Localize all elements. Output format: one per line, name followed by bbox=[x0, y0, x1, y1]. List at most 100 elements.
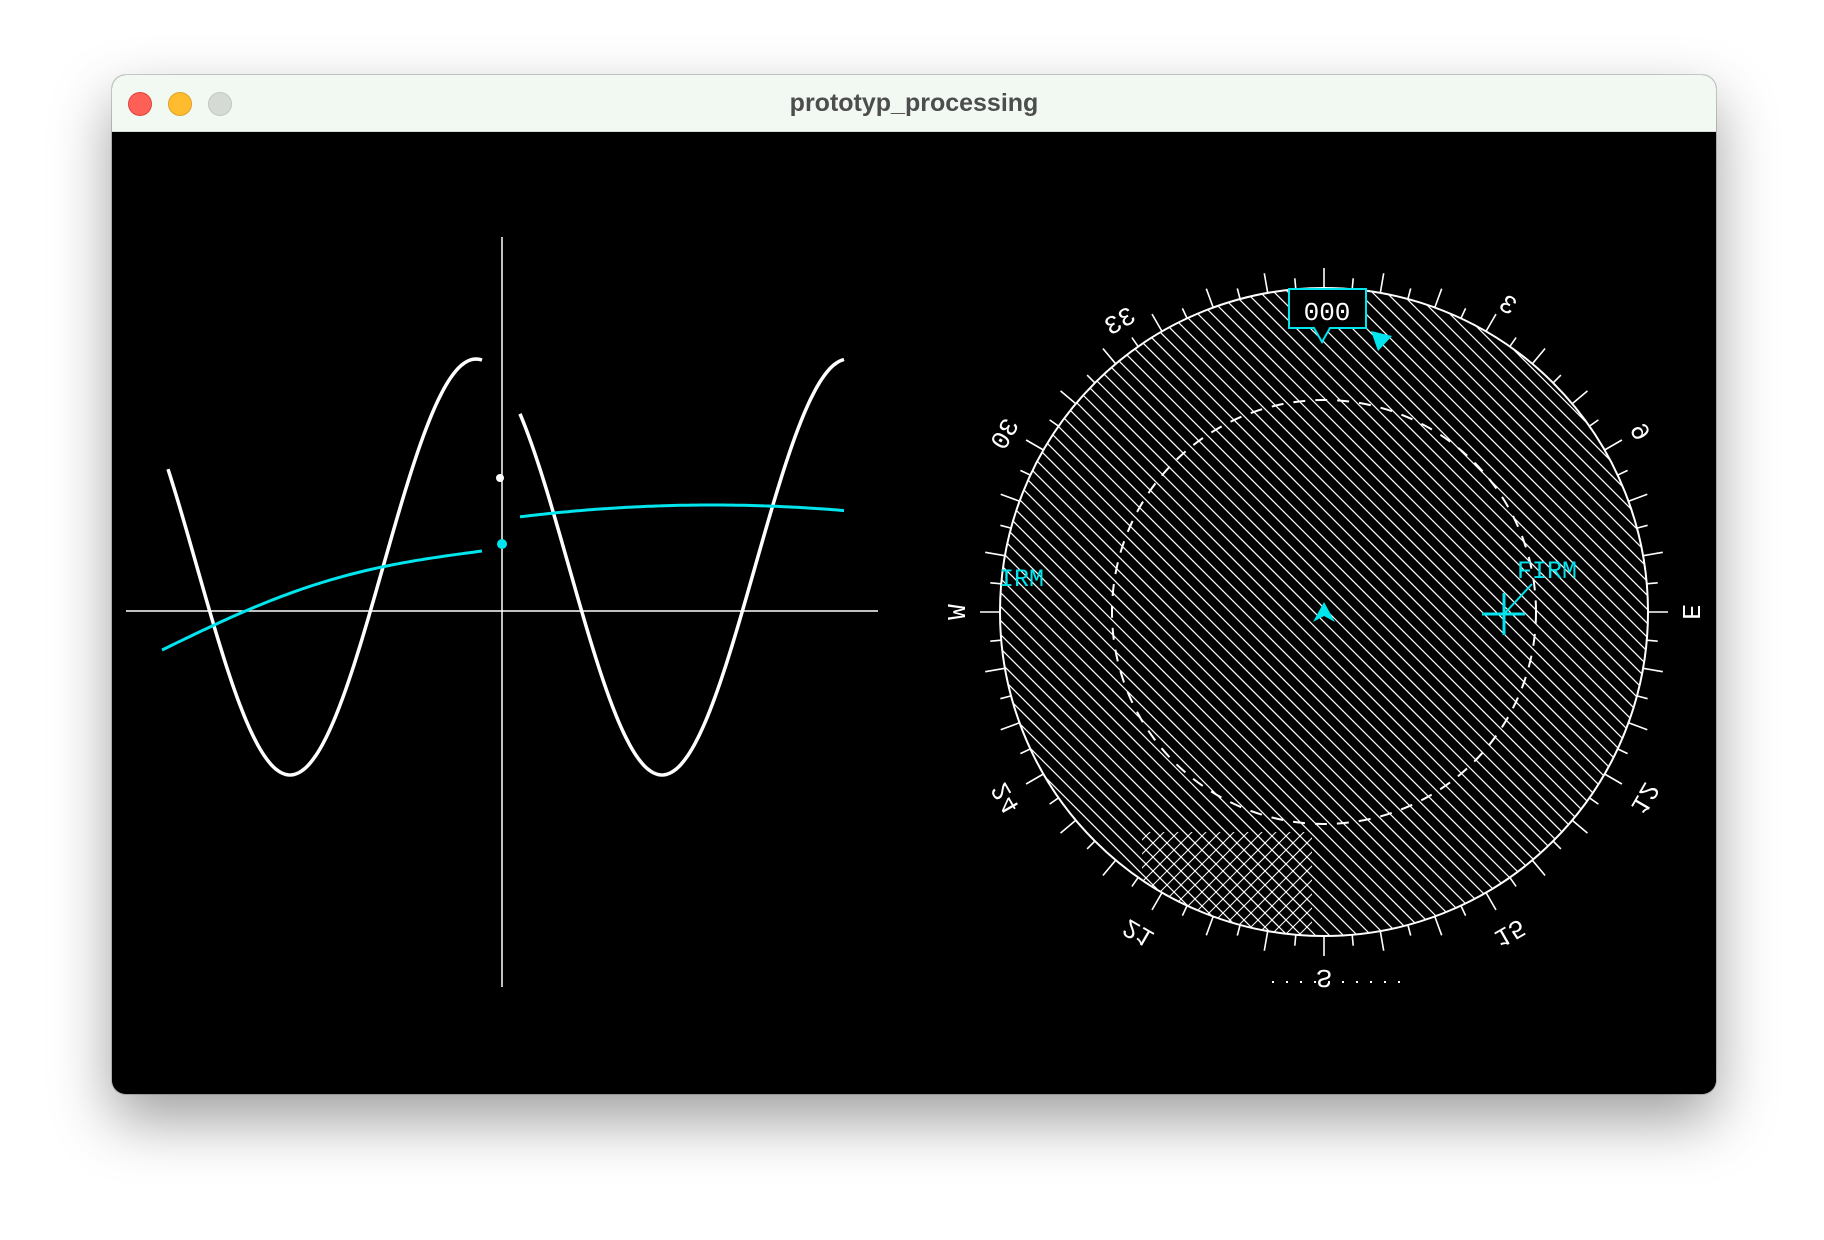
compass-tick bbox=[1588, 797, 1599, 805]
aircraft-icon bbox=[1313, 602, 1335, 622]
hatch-line bbox=[1207, 288, 1648, 936]
compass-tick bbox=[1236, 288, 1241, 300]
hatch-line bbox=[1417, 288, 1648, 936]
compass-tick bbox=[1407, 924, 1412, 936]
compass-tick bbox=[1020, 748, 1031, 755]
compass-tick bbox=[1025, 773, 1044, 785]
compass-tick bbox=[1604, 773, 1623, 785]
compass-label-6: 6 bbox=[1622, 418, 1656, 447]
crosshatch-line bbox=[1404, 212, 1716, 1012]
nav-label-left: IRM bbox=[999, 565, 1044, 594]
hatch-line bbox=[1431, 288, 1648, 936]
compass-tick bbox=[1552, 840, 1562, 850]
compass-tick bbox=[1636, 524, 1648, 529]
compass-label-30: 30 bbox=[985, 413, 1027, 455]
compass-tick bbox=[1020, 469, 1031, 476]
compass-tick bbox=[1151, 892, 1163, 911]
compass-tick bbox=[990, 639, 1002, 642]
crosshatch-line bbox=[1151, 832, 1312, 936]
sketch-drawing: 33 30 W 24 21 S 15 12 E 6 3 000 IRM FIRM bbox=[126, 212, 1716, 1012]
compass-tick bbox=[985, 551, 1006, 557]
compass-tick bbox=[1588, 419, 1599, 427]
compass-tick bbox=[1059, 390, 1077, 405]
compass-tick bbox=[1181, 905, 1188, 916]
compass-tick bbox=[1102, 347, 1117, 365]
hatch-line bbox=[1095, 288, 1648, 936]
hatch-line bbox=[1000, 288, 1099, 936]
compass-label-33: 33 bbox=[1099, 301, 1141, 343]
compass-tick bbox=[1263, 930, 1269, 951]
compass-tick bbox=[1025, 439, 1044, 451]
compass-tick bbox=[1460, 308, 1467, 319]
compass-tick bbox=[1407, 288, 1412, 300]
heading-readout-text: 000 bbox=[1304, 298, 1351, 328]
status-dot bbox=[1286, 981, 1288, 983]
status-dot bbox=[1328, 981, 1330, 983]
status-dot bbox=[1272, 981, 1274, 983]
compass-tick bbox=[1059, 819, 1077, 834]
compass-tick bbox=[1604, 439, 1623, 451]
compass-tick bbox=[1636, 695, 1648, 700]
compass-tick bbox=[1460, 905, 1467, 916]
hatch-line bbox=[1053, 288, 1648, 936]
compass-tick bbox=[1205, 916, 1214, 936]
compass-tick bbox=[1294, 278, 1297, 290]
hatch-line bbox=[1137, 288, 1648, 936]
compass-tick bbox=[1000, 722, 1020, 731]
compass-tick bbox=[1000, 695, 1012, 700]
crosshatch-line bbox=[1142, 832, 1312, 936]
compass-tick bbox=[1379, 273, 1385, 294]
compass-tick bbox=[1434, 916, 1443, 936]
crosshatch-line bbox=[1418, 212, 1716, 1012]
cyan-trend-curve-left bbox=[161, 549, 483, 652]
crosshatch-line bbox=[1142, 832, 1312, 936]
compass-tick bbox=[1509, 876, 1517, 887]
compass-tick bbox=[1151, 313, 1163, 332]
crosshatch-line bbox=[1142, 832, 1312, 936]
compass-tick bbox=[1086, 374, 1096, 384]
compass-tick bbox=[1628, 722, 1648, 731]
status-dot bbox=[1342, 981, 1344, 983]
compass-tick bbox=[985, 667, 1006, 673]
crosshatch-line bbox=[1142, 832, 1312, 936]
hatch-line bbox=[1221, 288, 1648, 936]
compass-label-15: 15 bbox=[1488, 911, 1530, 953]
crosshatch-line bbox=[1221, 832, 1312, 936]
compass-label-3: 3 bbox=[1493, 289, 1522, 323]
compass-tick bbox=[1351, 934, 1354, 946]
hatch-line bbox=[1000, 288, 1648, 936]
compass-tick bbox=[1531, 347, 1546, 365]
compass-tick bbox=[1294, 934, 1297, 946]
compass-tick bbox=[1000, 493, 1020, 502]
compass-tick bbox=[1485, 892, 1497, 911]
status-dot bbox=[1370, 981, 1372, 983]
hatch-line bbox=[1165, 288, 1648, 936]
crosshatch-line bbox=[1165, 832, 1312, 936]
compass-tick bbox=[1509, 337, 1517, 348]
hatch-line bbox=[1000, 288, 1648, 936]
status-dots bbox=[1272, 981, 1400, 983]
compass-tick bbox=[1571, 390, 1589, 405]
compass-tick bbox=[1049, 419, 1060, 427]
hatch-line bbox=[1123, 288, 1648, 936]
white-sine-wave bbox=[166, 357, 845, 777]
compass-tick bbox=[1552, 374, 1562, 384]
status-dot bbox=[1300, 981, 1302, 983]
status-dot bbox=[1356, 981, 1358, 983]
compass-tick bbox=[1646, 582, 1658, 585]
compass-tick bbox=[1205, 288, 1214, 308]
hatch-line bbox=[1000, 288, 1648, 936]
compass-label-s: S bbox=[1316, 962, 1332, 992]
crosshatch-line bbox=[1142, 832, 1312, 936]
compass-tick bbox=[1646, 639, 1658, 642]
compass-tick bbox=[1434, 288, 1443, 308]
compass-tick bbox=[1485, 313, 1497, 332]
crosshatch-line bbox=[1432, 212, 1716, 1012]
app-window: prototyp_processing 33 30 W 24 21 S 15 1… bbox=[112, 75, 1716, 1094]
compass-tick bbox=[1571, 819, 1589, 834]
status-dot bbox=[1314, 981, 1316, 983]
compass-label-24: 24 bbox=[985, 776, 1027, 818]
compass-tick bbox=[1086, 840, 1096, 850]
heading-bug-icon bbox=[1371, 331, 1392, 351]
waveform-plot bbox=[126, 237, 878, 987]
